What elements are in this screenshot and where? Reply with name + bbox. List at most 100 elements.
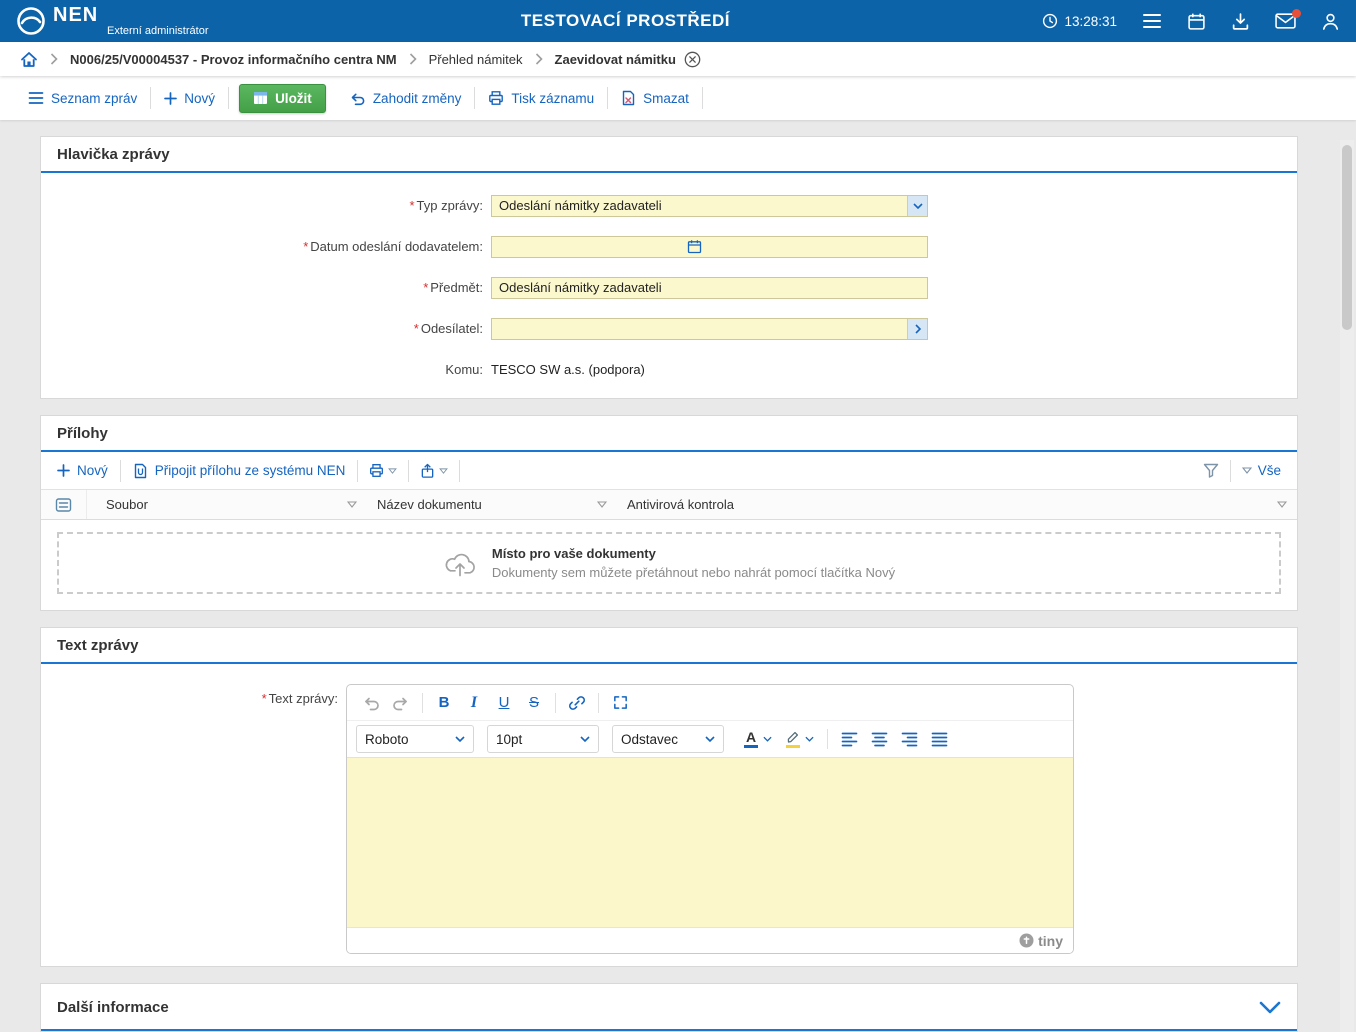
font-family-select[interactable]: Roboto bbox=[356, 725, 474, 753]
print-label: Tisk záznamu bbox=[511, 91, 594, 106]
filter-triangle-icon[interactable] bbox=[1277, 501, 1287, 508]
delete-button[interactable]: Smazat bbox=[608, 90, 702, 106]
document-dropzone[interactable]: Místo pro vaše dokumenty Dokumenty sem m… bbox=[57, 532, 1281, 594]
message-list-label: Seznam zpráv bbox=[51, 91, 137, 106]
funnel-icon[interactable] bbox=[1203, 463, 1219, 478]
column-header-antivirus[interactable]: Antivirová kontrola bbox=[617, 490, 1297, 519]
required-mark: * bbox=[414, 321, 419, 336]
save-button[interactable]: Uložit bbox=[239, 84, 326, 113]
editor-toolbar-row-1: B I U S bbox=[347, 685, 1073, 721]
attachment-export-button[interactable] bbox=[409, 463, 459, 479]
sender-input[interactable] bbox=[492, 319, 907, 339]
print-icon bbox=[369, 463, 384, 478]
chevron-down-icon bbox=[763, 736, 772, 742]
subject-input[interactable] bbox=[492, 278, 927, 298]
download-icon[interactable] bbox=[1231, 12, 1250, 31]
align-right-icon[interactable] bbox=[894, 725, 924, 753]
block-format-select[interactable]: Odstavec bbox=[612, 725, 724, 753]
calendar-picker-icon[interactable] bbox=[682, 237, 706, 257]
save-label: Uložit bbox=[275, 91, 312, 106]
required-mark: * bbox=[262, 691, 267, 706]
attachment-new-button[interactable]: Nový bbox=[55, 463, 120, 478]
redo-icon[interactable] bbox=[386, 689, 416, 717]
block-format-value: Odstavec bbox=[621, 732, 678, 747]
tiny-brand-label: tiny bbox=[1038, 933, 1063, 949]
align-left-icon[interactable] bbox=[834, 725, 864, 753]
user-icon[interactable] bbox=[1321, 12, 1340, 31]
required-mark: * bbox=[409, 198, 414, 213]
bold-button[interactable]: B bbox=[429, 689, 459, 717]
italic-button[interactable]: I bbox=[459, 689, 489, 717]
tiny-logo-icon bbox=[1019, 933, 1034, 948]
vertical-scrollbar[interactable] bbox=[1340, 140, 1354, 1032]
save-icon bbox=[253, 91, 268, 105]
mail-icon[interactable] bbox=[1275, 13, 1296, 29]
link-icon[interactable] bbox=[562, 689, 592, 717]
chevron-down-icon[interactable] bbox=[907, 196, 927, 216]
subject-field bbox=[491, 277, 928, 299]
tinymce-brand[interactable]: tiny bbox=[1019, 933, 1063, 949]
divider bbox=[827, 729, 828, 749]
sent-date-input[interactable] bbox=[492, 237, 682, 257]
table-settings-icon[interactable] bbox=[41, 490, 87, 519]
fullscreen-icon[interactable] bbox=[605, 689, 635, 717]
breadcrumb: N006/25/V00004537 - Provoz informačního … bbox=[0, 42, 1356, 76]
attachment-print-button[interactable] bbox=[358, 463, 408, 478]
highlight-color-button[interactable] bbox=[779, 725, 821, 753]
font-family-value: Roboto bbox=[365, 732, 409, 747]
align-center-icon[interactable] bbox=[864, 725, 894, 753]
clock-icon bbox=[1042, 13, 1058, 29]
breadcrumb-item-objections[interactable]: Přehled námitek bbox=[429, 52, 523, 67]
scrollbar-thumb[interactable] bbox=[1342, 145, 1352, 330]
recipient-value: TESCO SW a.s. (podpora) bbox=[491, 362, 645, 377]
brand: NEN Externí administrátor bbox=[16, 6, 208, 37]
strikethrough-button[interactable]: S bbox=[519, 689, 549, 717]
user-role-label: Externí administrátor bbox=[107, 25, 208, 37]
message-type-select[interactable]: Odeslání námitky zadavateli bbox=[491, 195, 928, 217]
undo-icon[interactable] bbox=[356, 689, 386, 717]
attach-from-nen-button[interactable]: Připojit přílohu ze systému NEN bbox=[121, 463, 358, 479]
font-size-value: 10pt bbox=[496, 732, 522, 747]
chevron-down-icon[interactable] bbox=[1259, 1001, 1281, 1014]
page-content: Hlavička zprávy *Typ zprávy: Odeslání ná… bbox=[0, 120, 1356, 1032]
align-justify-icon[interactable] bbox=[924, 725, 954, 753]
breadcrumb-item-procurement[interactable]: N006/25/V00004537 - Provoz informačního … bbox=[70, 52, 397, 67]
underline-button[interactable]: U bbox=[489, 689, 519, 717]
chevron-down-icon bbox=[455, 736, 465, 742]
filter-triangle-icon[interactable] bbox=[597, 501, 607, 508]
font-size-select[interactable]: 10pt bbox=[487, 725, 599, 753]
environment-title: TESTOVACÍ PROSTŘEDÍ bbox=[208, 11, 1042, 31]
message-list-button[interactable]: Seznam zpráv bbox=[28, 91, 150, 106]
new-button[interactable]: Nový bbox=[151, 91, 228, 106]
chevron-right-icon[interactable] bbox=[907, 319, 927, 339]
date-label: Datum odeslání dodavatelem: bbox=[310, 239, 483, 254]
print-record-button[interactable]: Tisk záznamu bbox=[475, 90, 607, 106]
form-row-recipient: Komu: TESCO SW a.s. (podpora) bbox=[41, 349, 1297, 390]
breadcrumb-item-register-objection[interactable]: Zaevidovat námitku bbox=[555, 52, 676, 67]
command-toolbar: Seznam zpráv Nový Uložit Zahodit změny bbox=[0, 76, 1356, 120]
form-row-date: *Datum odeslání dodavatelem: bbox=[41, 226, 1297, 267]
attachments-section: Přílohy Nový P bbox=[40, 415, 1298, 611]
date-field-filler[interactable] bbox=[706, 237, 927, 257]
type-label: Typ zprávy: bbox=[417, 198, 483, 213]
column-header-file[interactable]: Soubor bbox=[87, 490, 367, 519]
attachments-toolbar: Nový Připojit přílohu ze systému NEN bbox=[41, 452, 1297, 490]
filter-all-button[interactable]: Vše bbox=[1242, 463, 1283, 478]
close-icon[interactable] bbox=[684, 51, 701, 68]
home-icon[interactable] bbox=[20, 51, 38, 68]
discard-changes-button[interactable]: Zahodit změny bbox=[336, 90, 475, 106]
text-color-button[interactable]: A bbox=[737, 725, 779, 753]
menu-icon[interactable] bbox=[1142, 12, 1162, 30]
chevron-down-icon bbox=[580, 736, 590, 742]
divider bbox=[598, 693, 599, 713]
clock-widget: 13:28:31 bbox=[1042, 13, 1117, 29]
nen-logo-icon bbox=[16, 6, 46, 36]
discard-icon bbox=[349, 90, 366, 106]
calendar-icon[interactable] bbox=[1187, 12, 1206, 31]
form-row-subject: *Předmět: bbox=[41, 267, 1297, 308]
text-color-icon: A bbox=[744, 730, 758, 748]
editor-content-area[interactable] bbox=[347, 757, 1073, 927]
column-header-document-name[interactable]: Název dokumentu bbox=[367, 490, 617, 519]
filter-triangle-icon[interactable] bbox=[347, 501, 357, 508]
filter-triangle-icon bbox=[388, 468, 397, 474]
